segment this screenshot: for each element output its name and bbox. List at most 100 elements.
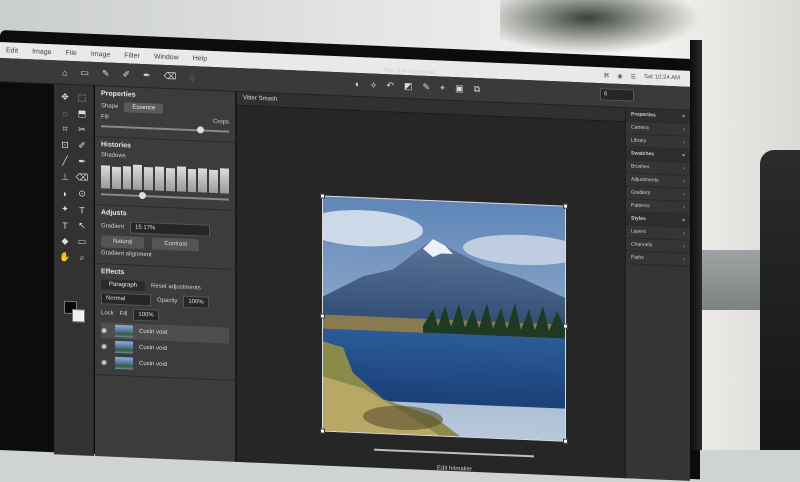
eye-icon[interactable]: ◉ xyxy=(101,342,109,350)
menu-item-window[interactable]: Window xyxy=(154,53,179,61)
menu-item-image[interactable]: Image xyxy=(32,48,51,56)
fill-slider[interactable] xyxy=(101,125,229,132)
natural-button[interactable]: Natural xyxy=(101,235,144,249)
select-tool-icon[interactable]: ⬒ xyxy=(74,106,90,122)
type-tool-icon[interactable]: T xyxy=(74,202,90,218)
histogram-slider[interactable] xyxy=(101,193,229,200)
menu-icon[interactable]: ≡ xyxy=(682,153,685,159)
crop-tool-icon[interactable]: ⌗ xyxy=(57,121,73,137)
menu-item-filter[interactable]: Filter xyxy=(124,52,140,60)
histogram-bar xyxy=(112,167,121,189)
menu-status-area: ⌘ ◉ ☰ Sat 10:24 AM xyxy=(603,72,690,83)
transform-handle[interactable] xyxy=(563,324,568,329)
center-icon-3[interactable]: ↶ xyxy=(386,80,394,91)
effects-section: Effects Paragraph Reset adjustments Norm… xyxy=(95,264,235,381)
eyedropper-tool-icon[interactable]: ✐ xyxy=(74,138,90,154)
transform-handle[interactable] xyxy=(563,439,568,444)
pen-tool-icon[interactable]: ✒ xyxy=(74,154,90,170)
transform-handle[interactable] xyxy=(320,428,325,433)
vertical-type-tool-icon[interactable]: T xyxy=(57,217,73,233)
blur-tool-icon[interactable]: ✦ xyxy=(57,201,73,217)
menu-icon[interactable]: ≡ xyxy=(682,114,685,120)
chevron-icon: › xyxy=(683,140,685,146)
home-icon[interactable]: ⌂ xyxy=(62,67,67,77)
brush-tool-icon[interactable]: ╱ xyxy=(57,153,73,169)
panel-item-label: Brushes xyxy=(631,163,649,170)
eye-icon[interactable]: ◉ xyxy=(101,326,109,334)
center-icon-5[interactable]: ✎ xyxy=(422,82,430,93)
menu-item-file[interactable]: File xyxy=(66,49,77,56)
eye-icon[interactable]: ◉ xyxy=(101,358,109,366)
center-icon-6[interactable]: ⌖ xyxy=(440,82,445,93)
layer-name: Cusln void xyxy=(139,361,167,368)
contrast-button[interactable]: Contrast xyxy=(152,237,199,251)
blend-row: Normal Opacity 100% xyxy=(101,292,229,309)
move-tool-icon[interactable]: ✥ xyxy=(57,89,73,105)
transform-handle[interactable] xyxy=(320,193,325,198)
panel-item[interactable]: Paths› xyxy=(626,251,690,267)
opacity-label: Opacity xyxy=(157,298,177,305)
blend-mode-select[interactable]: Normal xyxy=(101,292,151,306)
folder-icon[interactable]: ▭ xyxy=(80,67,89,78)
menu-item-image-2[interactable]: Image xyxy=(91,50,110,58)
lasso-tool-icon[interactable]: ◌ xyxy=(57,105,73,121)
document-title: Fay 1h4-edgeborac xyxy=(384,68,436,76)
essence-button[interactable]: Essence xyxy=(124,102,163,114)
path-select-tool-icon[interactable]: ↖ xyxy=(74,218,90,234)
rectangle-tool-icon[interactable]: ▭ xyxy=(74,234,90,250)
color-swatches[interactable] xyxy=(64,301,86,324)
zoom-field[interactable]: 6 xyxy=(600,88,634,101)
fill-opacity-label: Fill xyxy=(120,311,128,317)
center-icon-8[interactable]: ⧉ xyxy=(474,84,480,95)
eyedropper-icon[interactable]: ✎ xyxy=(102,68,110,79)
layer-thumbnail xyxy=(115,341,133,354)
pen-icon[interactable]: ✒ xyxy=(143,70,151,81)
marquee-tool-icon[interactable]: ⬚ xyxy=(74,90,90,106)
brush-icon[interactable]: ✐ xyxy=(123,69,131,80)
eraser-icon[interactable]: ⌫ xyxy=(164,71,177,83)
transform-handle[interactable] xyxy=(320,313,325,318)
hand-tool-icon[interactable]: ✋ xyxy=(57,249,73,265)
shape-label: Shape xyxy=(101,103,118,110)
fill-slider-handle[interactable] xyxy=(197,126,204,133)
center-icon-1[interactable]: ◐ xyxy=(355,79,360,90)
center-icon-4[interactable]: ◩ xyxy=(404,81,413,92)
record-icon[interactable]: ◉ xyxy=(617,72,622,79)
center-icon-2[interactable]: ⟡ xyxy=(370,80,376,91)
lasso-icon[interactable]: ◌ xyxy=(189,72,194,82)
opacity-field[interactable]: 100% xyxy=(183,296,209,309)
tab-paragraph[interactable]: Paragraph xyxy=(101,279,145,291)
properties-section: Properties Shape Essence Fill Crops xyxy=(95,86,235,143)
center-icon-7[interactable]: ▣ xyxy=(455,83,464,94)
tab-reset-adjustments[interactable]: Reset adjustments xyxy=(151,283,201,291)
fill-lock-row: Lock Fill 100% xyxy=(101,307,229,324)
fill-field[interactable]: 100% xyxy=(133,309,159,322)
gradient-select[interactable]: 15 17% xyxy=(130,221,210,236)
canvas-image[interactable] xyxy=(322,195,566,441)
menu-item-help[interactable]: Help xyxy=(193,55,207,63)
panel-item-label: Channels xyxy=(631,241,652,248)
monitor: Edit Image File Image Filter Window Help… xyxy=(0,30,700,479)
slice-tool-icon[interactable]: ✂ xyxy=(74,122,90,138)
stamp-tool-icon[interactable]: ⊥ xyxy=(57,169,73,185)
layer-thumbnail xyxy=(115,325,133,338)
frame-tool-icon[interactable]: ⊡ xyxy=(57,137,73,153)
dodge-tool-icon[interactable]: ⊙ xyxy=(74,186,90,202)
shape-tool-icon[interactable]: ◆ xyxy=(57,233,73,249)
histogram-bar xyxy=(123,166,132,190)
burn-tool-icon[interactable]: ◗ xyxy=(57,185,73,201)
crops-label[interactable]: Crops xyxy=(213,119,229,126)
histogram-bar xyxy=(220,169,229,194)
menu-item-edit[interactable]: Edit xyxy=(6,47,18,55)
chevron-icon: › xyxy=(683,127,685,133)
properties-panel: Properties Shape Essence Fill Crops Hist… xyxy=(95,86,237,462)
eraser-tool-icon[interactable]: ⌫ xyxy=(74,170,90,186)
menu-icon[interactable]: ≡ xyxy=(682,218,685,224)
zoom-tool-icon[interactable]: ⌕ xyxy=(74,250,90,266)
chevron-icon: › xyxy=(683,244,685,250)
histogram-slider-handle[interactable] xyxy=(139,192,146,199)
command-icon[interactable]: ⌘ xyxy=(603,72,609,79)
transform-handle[interactable] xyxy=(563,204,568,209)
background-color[interactable] xyxy=(72,309,85,323)
list-icon[interactable]: ☰ xyxy=(631,73,636,80)
